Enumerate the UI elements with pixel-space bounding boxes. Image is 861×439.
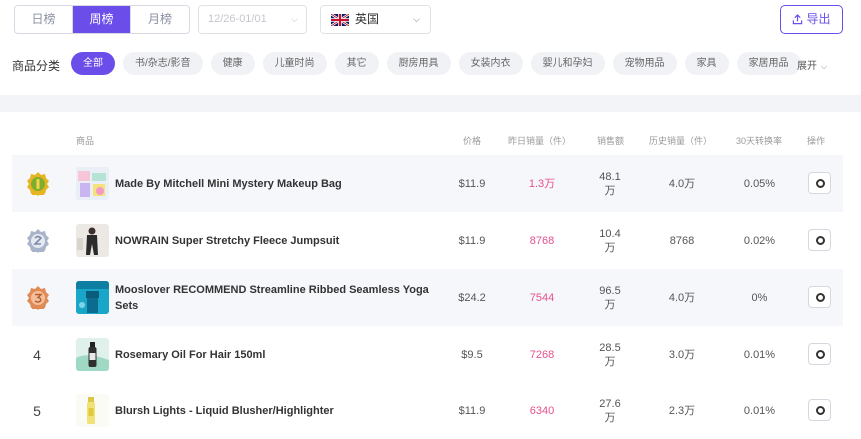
toolbar: 日榜 周榜 月榜 12/26-01/01 ⌵ 英国 ⌵ 导出 商品分类 全部 书… [0, 0, 861, 95]
ranking-table: 商品 价格 昨日销量（件） 销售额 历史销量（件） 30天转换率 操作 Made… [0, 112, 861, 439]
column-header-conversion: 30天转换率 [736, 136, 783, 146]
column-header-price: 价格 [463, 136, 482, 146]
row-action-button[interactable] [808, 172, 831, 194]
yesterday-sales-value: 7544 [529, 291, 555, 304]
category-filter: 全部 书/杂志/影音 健康 儿童时尚 其它 厨房用具 女装内衣 婴儿和孕妇 宠物… [71, 52, 801, 75]
category-chip-womenswear[interactable]: 女装内衣 [458, 52, 523, 75]
expand-categories-button[interactable]: 展开 ⌵ [797, 57, 827, 72]
price-value: $11.9 [458, 404, 486, 417]
table-row[interactable]: Made By Mitchell Mini Mystery Makeup Bag… [12, 155, 843, 212]
product-name[interactable]: NOWRAIN Super Stretchy Fleece Jumpsuit [115, 212, 445, 269]
table-row[interactable]: 5 Blursh Lights - Liquid Blusher/Highlig… [12, 382, 843, 439]
product-name[interactable]: Rosemary Oil For Hair 150ml [115, 326, 445, 383]
price-value: $24.2 [458, 291, 486, 304]
row-action-button[interactable] [808, 229, 831, 251]
tab-daily[interactable]: 日榜 [15, 6, 73, 33]
product-thumbnail[interactable] [76, 167, 109, 200]
chevron-down-icon: ⌵ [291, 14, 298, 24]
category-chip-home[interactable]: 家居用品 [736, 52, 801, 75]
chevron-down-icon: ⌵ [413, 14, 420, 24]
row-action-button[interactable] [808, 399, 831, 421]
country-value: 英国 [355, 12, 380, 26]
rank-number: 5 [33, 403, 41, 419]
conversion-value: 0% [751, 291, 768, 304]
circle-icon [816, 236, 825, 245]
category-label: 商品分类 [12, 59, 61, 73]
export-icon [793, 14, 803, 25]
bronze-medal-icon [27, 286, 49, 310]
tab-weekly[interactable]: 周榜 [73, 6, 131, 33]
circle-icon [816, 406, 825, 415]
history-sales-value: 8768 [669, 234, 695, 247]
column-header-action: 操作 [807, 136, 826, 146]
column-header-yesterday-sales: 昨日销量（件） [508, 136, 572, 146]
export-label: 导出 [806, 12, 831, 26]
silver-medal-icon [27, 229, 49, 253]
export-button[interactable]: 导出 [780, 5, 843, 34]
circle-icon [816, 293, 825, 302]
uk-flag-icon [331, 14, 349, 26]
revenue-value: 27.6 万 [599, 397, 621, 424]
category-chip-furniture[interactable]: 家具 [684, 52, 729, 75]
table-header: 商品 价格 昨日销量（件） 销售额 历史销量（件） 30天转换率 操作 [0, 112, 861, 155]
category-chip-health[interactable]: 健康 [210, 52, 255, 75]
category-chip-all[interactable]: 全部 [71, 52, 115, 75]
product-thumbnail[interactable] [76, 338, 109, 371]
category-chip-kitchen[interactable]: 厨房用具 [386, 52, 451, 75]
column-header-history-sales: 历史销量（件） [649, 136, 713, 146]
product-thumbnail[interactable] [76, 224, 109, 257]
history-sales-value: 4.0万 [668, 291, 696, 304]
revenue-value: 96.5 万 [599, 284, 621, 311]
table-row[interactable]: NOWRAIN Super Stretchy Fleece Jumpsuit $… [12, 212, 843, 269]
history-sales-value: 2.3万 [668, 404, 696, 417]
revenue-value: 10.4 万 [599, 227, 621, 254]
conversion-value: 0.02% [743, 234, 776, 247]
category-chip-pets[interactable]: 宠物用品 [612, 52, 677, 75]
price-value: $9.5 [461, 348, 483, 361]
column-header-product: 商品 [76, 136, 95, 146]
row-action-button[interactable] [808, 343, 831, 365]
circle-icon [816, 179, 825, 188]
product-thumbnail[interactable] [76, 281, 109, 314]
date-range-select[interactable]: 12/26-01/01 ⌵ [198, 5, 307, 34]
product-name[interactable]: Mooslover RECOMMEND Streamline Ribbed Se… [115, 269, 445, 326]
yesterday-sales-value: 7268 [529, 348, 555, 361]
category-chip-baby[interactable]: 婴儿和孕妇 [530, 52, 605, 75]
conversion-value: 0.01% [743, 404, 776, 417]
conversion-value: 0.01% [743, 348, 776, 361]
category-chip-books[interactable]: 书/杂志/影音 [123, 52, 203, 75]
rank-number: 4 [33, 347, 41, 363]
expand-label: 展开 [797, 61, 817, 72]
conversion-value: 0.05% [743, 177, 776, 190]
product-name[interactable]: Made By Mitchell Mini Mystery Makeup Bag [115, 155, 445, 212]
table-row[interactable]: 4 Rosemary Oil For Hair 150ml $9.5 7268 … [12, 326, 843, 383]
yesterday-sales-value: 1.3万 [528, 177, 556, 190]
category-chip-kids-fashion[interactable]: 儿童时尚 [262, 52, 327, 75]
price-value: $11.9 [458, 234, 486, 247]
yesterday-sales-value: 8768 [529, 234, 555, 247]
row-action-button[interactable] [808, 286, 831, 308]
table-row[interactable]: Mooslover RECOMMEND Streamline Ribbed Se… [12, 269, 843, 326]
period-selector: 日榜 周榜 月榜 [14, 5, 190, 34]
history-sales-value: 4.0万 [668, 177, 696, 190]
column-header-revenue: 销售额 [597, 136, 625, 146]
price-value: $11.9 [458, 177, 486, 190]
category-chip-other[interactable]: 其它 [334, 52, 379, 75]
revenue-value: 48.1 万 [599, 170, 621, 197]
chevron-down-icon: ⌵ [821, 62, 828, 71]
tab-monthly[interactable]: 月榜 [131, 6, 189, 33]
product-thumbnail[interactable] [76, 394, 109, 427]
yesterday-sales-value: 6340 [529, 404, 555, 417]
circle-icon [816, 350, 825, 359]
gold-medal-icon [27, 172, 49, 196]
revenue-value: 28.5 万 [599, 341, 621, 368]
date-range-value: 12/26-01/01 [208, 13, 267, 25]
product-name[interactable]: Blursh Lights - Liquid Blusher/Highlight… [115, 382, 445, 439]
history-sales-value: 3.0万 [668, 348, 696, 361]
country-select[interactable]: 英国 ⌵ [320, 5, 431, 34]
